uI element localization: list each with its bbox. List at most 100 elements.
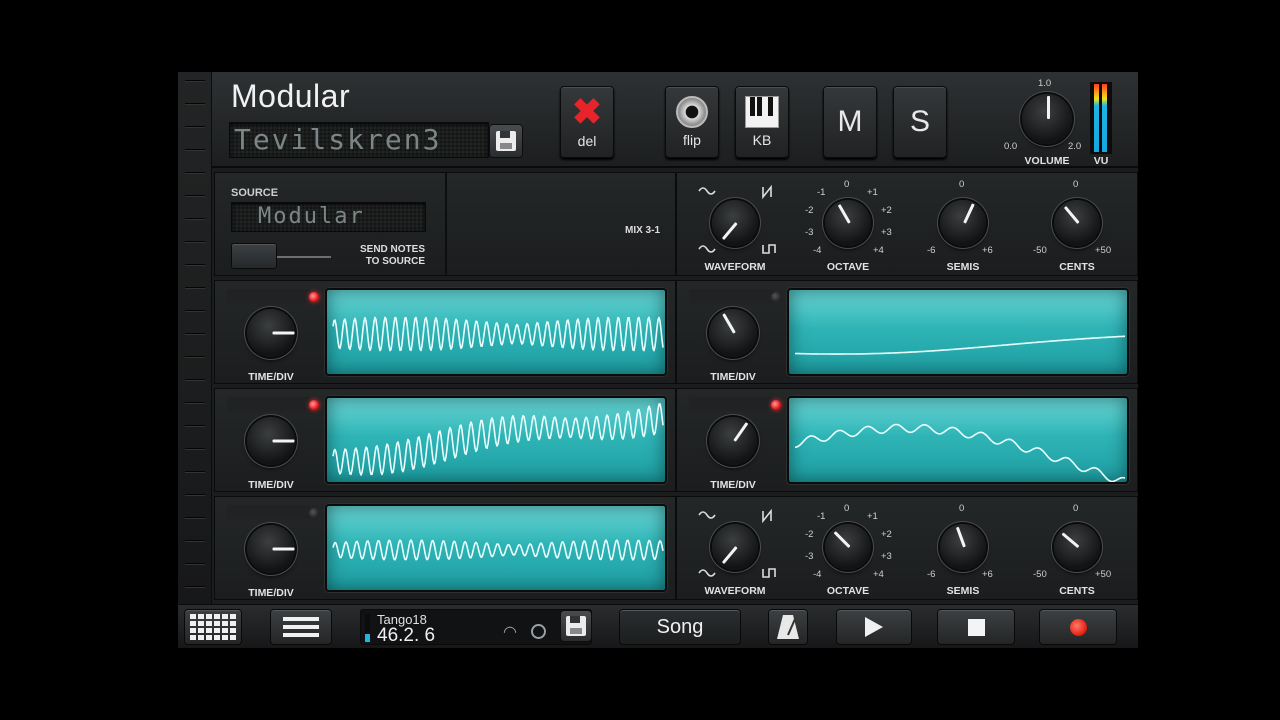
bottom-cents-knob[interactable]	[1054, 524, 1100, 570]
module-4-time-div-knob[interactable]	[709, 417, 757, 465]
top-waveform-shape-icons	[698, 184, 776, 254]
hamburger-menu-icon	[283, 613, 319, 641]
top-oct-p1: +1	[867, 187, 878, 198]
module-3-time-div-label: TIME/DIV	[248, 479, 294, 491]
module-3-time-div-knob[interactable]	[247, 417, 295, 465]
app-window: Modular Tevilskren3 ✖ del flip KB M S 1.…	[178, 72, 1138, 648]
module-2-oscilloscope-screen	[787, 288, 1129, 376]
record-icon	[1069, 618, 1087, 636]
vu-bar-right	[1102, 84, 1107, 152]
top-waveform-label: WAVEFORM	[704, 261, 766, 273]
bottom-waveform-label: WAVEFORM	[704, 585, 766, 597]
wifi-icon: ◠	[503, 624, 517, 641]
bottom-waveform-shape-icons	[698, 508, 776, 578]
midi-icon	[531, 624, 546, 639]
flip-button[interactable]: flip	[665, 86, 719, 158]
save-preset-button[interactable]	[489, 124, 523, 158]
pattern-grid-button[interactable]	[184, 609, 242, 645]
top-oct-m2: -2	[805, 205, 814, 216]
header-panel: Modular Tevilskren3 ✖ del flip KB M S 1.…	[212, 72, 1138, 168]
metronome-button[interactable]	[768, 609, 808, 645]
bottom-oct-m4: -4	[813, 569, 822, 580]
send-notes-line2: TO SOURCE	[365, 256, 425, 267]
vu-label: VU	[1093, 155, 1109, 167]
mute-label: M	[837, 105, 863, 138]
module-4-name-plate	[689, 397, 773, 411]
top-oct-m3: -3	[805, 227, 814, 238]
record-button[interactable]	[1039, 609, 1117, 645]
source-display[interactable]: Modular	[231, 202, 426, 232]
top-semis-0: 0	[959, 179, 965, 190]
delete-label: del	[577, 133, 597, 149]
bottom-oct-p2: +2	[881, 529, 892, 540]
volume-label: VOLUME	[1024, 155, 1070, 167]
bottom-oct-0: 0	[844, 503, 850, 514]
mute-button[interactable]: M	[823, 86, 877, 158]
top-semis-max: +6	[982, 245, 993, 256]
bottom-oct-m2: -2	[805, 529, 814, 540]
send-notes-label: SEND NOTES TO SOURCE	[345, 244, 425, 268]
top-cents-max: +50	[1095, 245, 1112, 256]
top-cents-knob[interactable]	[1054, 200, 1100, 246]
song-button[interactable]: Song	[619, 609, 741, 645]
bottom-oct-m1: -1	[817, 511, 826, 522]
volume-tick-max: 2.0	[1068, 141, 1082, 152]
volume-knob[interactable]	[1022, 94, 1072, 144]
module-4-activity-led	[771, 400, 781, 410]
stop-button[interactable]	[937, 609, 1015, 645]
vu-meter	[1090, 82, 1112, 154]
solo-button[interactable]: S	[893, 86, 947, 158]
bottom-semis-knob[interactable]	[940, 524, 986, 570]
volume-tick-top: 1.0	[1038, 78, 1052, 89]
transport-bar: Tango18 46.2. 6 ◠ Song	[178, 604, 1138, 648]
module-3-name-plate	[227, 397, 311, 411]
keyboard-button[interactable]: KB	[735, 86, 789, 158]
module-5-activity-led	[309, 508, 319, 518]
floppy-save-icon	[496, 131, 516, 151]
module-2-name-plate	[689, 289, 773, 303]
module-2-time-div-label: TIME/DIV	[710, 371, 756, 383]
play-button[interactable]	[836, 609, 912, 645]
source-label: SOURCE	[231, 187, 279, 199]
top-cents-label: CENTS	[1059, 261, 1095, 273]
app-title: Modular	[231, 78, 351, 114]
save-song-button[interactable]	[560, 610, 592, 642]
preset-name-display[interactable]: Tevilskren3	[229, 122, 489, 158]
oscillator-controls-top: WAVEFORM 0 -1 +1 -2 +2 -3 +3 -4 +4 OCTAVE 0 -6 +6 SEMI…	[676, 172, 1138, 276]
top-oct-m4: -4	[813, 245, 822, 256]
oscillator-controls-bottom: WAVEFORM 0 -1 +1 -2 +2 -3 +3 -4 +4 OCTAVE 0 -6 +6 SEMI…	[676, 496, 1138, 600]
module-2-waveform-trace	[794, 335, 1125, 355]
module-1-time-div-label: TIME/DIV	[248, 371, 294, 383]
stop-icon	[967, 618, 985, 636]
mix-label: MIX 3-1	[625, 225, 661, 236]
bottom-cents-0: 0	[1073, 503, 1079, 514]
top-oct-p2: +2	[881, 205, 892, 216]
source-panel: SOURCE Modular SEND NOTES TO SOURCE MIX …	[214, 172, 676, 276]
module-2-activity-led	[771, 292, 781, 302]
bottom-semis-0: 0	[959, 503, 965, 514]
module-4-waveform-trace	[794, 423, 1126, 482]
top-semis-knob[interactable]	[940, 200, 986, 246]
top-octave-knob[interactable]	[825, 200, 871, 246]
rack-rail	[178, 72, 212, 604]
module-1-time-div-knob[interactable]	[247, 309, 295, 357]
song-position: 46.2. 6	[377, 625, 436, 646]
source-divider	[445, 173, 447, 275]
module-5-oscilloscope-screen	[325, 504, 667, 592]
audio-jack-icon	[676, 96, 708, 128]
module-5-name-plate	[227, 505, 311, 519]
module-2-time-div-knob[interactable]	[709, 309, 757, 357]
delete-button[interactable]: ✖ del	[560, 86, 614, 158]
bottom-octave-label: OCTAVE	[826, 585, 870, 597]
module-5-time-div-knob[interactable]	[247, 525, 295, 573]
scope-module-5: TIME/DIV	[214, 496, 676, 600]
menu-button[interactable]	[270, 609, 332, 645]
top-semis-label: SEMIS	[946, 261, 980, 273]
send-notes-toggle[interactable]	[231, 243, 277, 269]
module-5-waveform-trace	[332, 539, 664, 561]
bottom-octave-knob[interactable]	[825, 524, 871, 570]
toggle-track	[277, 256, 331, 258]
bottom-oct-m3: -3	[805, 551, 814, 562]
bottom-semis-min: -6	[927, 569, 936, 580]
solo-label: S	[909, 105, 930, 138]
